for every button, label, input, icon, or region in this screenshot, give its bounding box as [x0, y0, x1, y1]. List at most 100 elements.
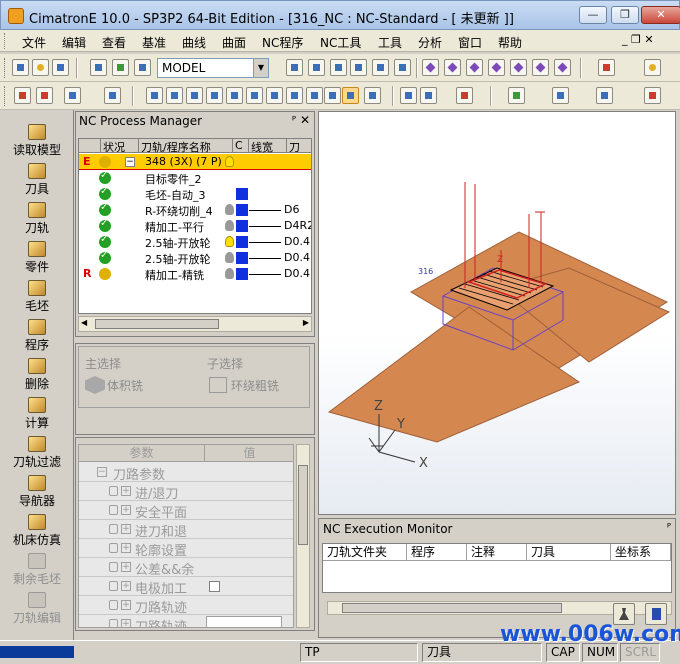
color-swatch[interactable] — [236, 236, 248, 248]
color-swatch[interactable] — [236, 220, 248, 232]
execution-grid[interactable]: 刀轨文件夹 程序 注释 刀具 坐标系 — [322, 543, 672, 615]
toolbar-grip[interactable] — [4, 86, 7, 106]
sidebar-item-filter[interactable]: 刀轨过滤 — [2, 434, 72, 472]
menu-file[interactable]: 文件 — [22, 34, 46, 51]
bulb-icon[interactable] — [225, 268, 234, 279]
param-row[interactable]: + 电极加工 — [79, 577, 293, 597]
zoom-window-icon[interactable] — [286, 59, 303, 76]
new-file-icon[interactable] — [12, 59, 29, 76]
snap-icon-3[interactable] — [456, 87, 473, 104]
param-row[interactable]: + 进/退刀 — [79, 482, 293, 502]
expand-icon[interactable]: + — [121, 524, 131, 534]
filter-icon-9[interactable] — [306, 87, 323, 104]
pick-mode-icon[interactable] — [64, 87, 81, 104]
param-row[interactable]: − 刀路参数 — [79, 463, 293, 483]
layer-display-icon[interactable] — [552, 87, 569, 104]
filter-set-icon[interactable] — [134, 59, 151, 76]
menu-surface[interactable]: 曲面 — [222, 34, 246, 51]
front-view-icon[interactable] — [444, 59, 461, 76]
toolbar-grip[interactable] — [4, 58, 7, 78]
menu-nc-program[interactable]: NC程序 — [262, 34, 303, 51]
filter-icon-3[interactable] — [186, 87, 203, 104]
sidebar-item-machine-sim[interactable]: 机床仿真 — [2, 512, 72, 550]
left-view-icon[interactable] — [510, 59, 527, 76]
expand-icon[interactable]: + — [121, 600, 131, 610]
tree-row[interactable]: R 精加工-精铣 D0.4 — [79, 266, 311, 282]
sidebar-item-program[interactable]: 程序 — [2, 317, 72, 355]
scroll-thumb[interactable] — [298, 465, 308, 545]
close-icon[interactable]: ✕ — [300, 113, 310, 127]
bulb-icon[interactable] — [225, 220, 234, 231]
bulb-icon[interactable] — [225, 204, 234, 215]
undo-pick-icon[interactable] — [104, 87, 121, 104]
param-row[interactable]: + 公差&&余 — [79, 558, 293, 578]
param-row[interactable]: + 刀路轨迹 — [79, 596, 293, 616]
filter-icon-5[interactable] — [226, 87, 243, 104]
rotate-icon[interactable] — [394, 59, 411, 76]
param-row[interactable]: + 刀路轨迹 — [79, 615, 293, 627]
snap-icon-1[interactable] — [400, 87, 417, 104]
col-ucs[interactable]: 坐标系 — [611, 544, 671, 561]
light-bulb-icon[interactable] — [644, 59, 661, 76]
select-icon[interactable] — [14, 87, 31, 104]
menu-tools[interactable]: 工具 — [378, 34, 402, 51]
collapse-icon[interactable]: − — [125, 157, 135, 167]
menu-view[interactable]: 查看 — [102, 34, 126, 51]
active-filter-icon[interactable] — [342, 87, 359, 104]
tree-row[interactable]: R-环绕切削_4 D6 — [79, 202, 311, 218]
measure-icon[interactable] — [508, 87, 525, 104]
sidebar-item-read-model[interactable]: 读取模型 — [2, 122, 72, 160]
open-folder-icon[interactable] — [32, 59, 49, 76]
menu-curve[interactable]: 曲线 — [182, 34, 206, 51]
menu-analysis[interactable]: 分析 — [418, 34, 442, 51]
tree-row[interactable]: 2.5轴-开放轮 D0.4 — [79, 250, 311, 266]
expand-icon[interactable]: + — [121, 543, 131, 553]
menu-datum[interactable]: 基准 — [142, 34, 166, 51]
expand-icon[interactable]: + — [121, 562, 131, 572]
sidebar-item-navigator[interactable]: 导航器 — [2, 473, 72, 511]
tree-row[interactable]: 毛坯-自动_3 — [79, 186, 311, 202]
pin-icon[interactable]: ᴾ — [667, 521, 671, 534]
zoom-icon[interactable] — [350, 59, 367, 76]
pin-icon[interactable]: ᴾ — [292, 114, 296, 127]
filter-icon-7[interactable] — [266, 87, 283, 104]
zoom-all-icon[interactable] — [308, 59, 325, 76]
sidebar-item-part[interactable]: 零件 — [2, 239, 72, 277]
bulb-icon[interactable] — [225, 236, 234, 247]
electrode-checkbox[interactable] — [209, 581, 220, 592]
close-button[interactable]: ✕ — [641, 6, 680, 24]
main-selection-value[interactable]: 体积铣 — [107, 377, 143, 394]
col-name[interactable]: 刀轨/程序名称 — [139, 139, 233, 154]
right-view-icon[interactable] — [488, 59, 505, 76]
back-view-icon[interactable] — [532, 59, 549, 76]
pen-icon[interactable] — [596, 87, 613, 104]
scroll-thumb[interactable] — [342, 603, 562, 613]
bulb-icon[interactable] — [225, 156, 234, 167]
sidebar-item-delete[interactable]: 删除 — [2, 356, 72, 394]
iso-view-icon[interactable] — [422, 59, 439, 76]
collapse-icon[interactable]: − — [97, 467, 107, 477]
tree-row[interactable]: 精加工-平行 D4R2 — [79, 218, 311, 234]
params-vscroll[interactable] — [296, 444, 310, 628]
sidebar-item-toolpath[interactable]: 刀轨 — [2, 200, 72, 238]
menu-edit[interactable]: 编辑 — [62, 34, 86, 51]
scroll-right-icon[interactable]: ▶ — [303, 318, 309, 327]
col-c[interactable]: C — [233, 139, 249, 153]
process-tree[interactable]: 状况 刀轨/程序名称 C 线宽 刀 E − 348 (3X) (7 P) 目标零… — [78, 138, 312, 314]
color-swatch[interactable] — [236, 268, 248, 280]
col-linewidth[interactable]: 线宽 — [249, 139, 287, 154]
axis-icon[interactable] — [644, 87, 661, 104]
snap-icon-2[interactable] — [420, 87, 437, 104]
zoom-fit-icon[interactable] — [330, 59, 347, 76]
bulb-icon[interactable] — [225, 252, 234, 263]
color-swatch[interactable] — [236, 252, 248, 264]
expand-icon[interactable]: + — [121, 619, 131, 627]
expand-icon[interactable]: + — [121, 581, 131, 591]
color-swatch[interactable] — [236, 204, 248, 216]
menu-window[interactable]: 窗口 — [458, 34, 482, 51]
menu-nc-tools[interactable]: NC工具 — [320, 34, 361, 51]
sub-selection-value[interactable]: 环绕粗铣 — [231, 377, 279, 394]
expand-icon[interactable]: + — [121, 486, 131, 496]
col-tool[interactable]: 刀 — [287, 139, 311, 154]
tree-row[interactable]: 2.5轴-开放轮 D0.4 — [79, 234, 311, 250]
